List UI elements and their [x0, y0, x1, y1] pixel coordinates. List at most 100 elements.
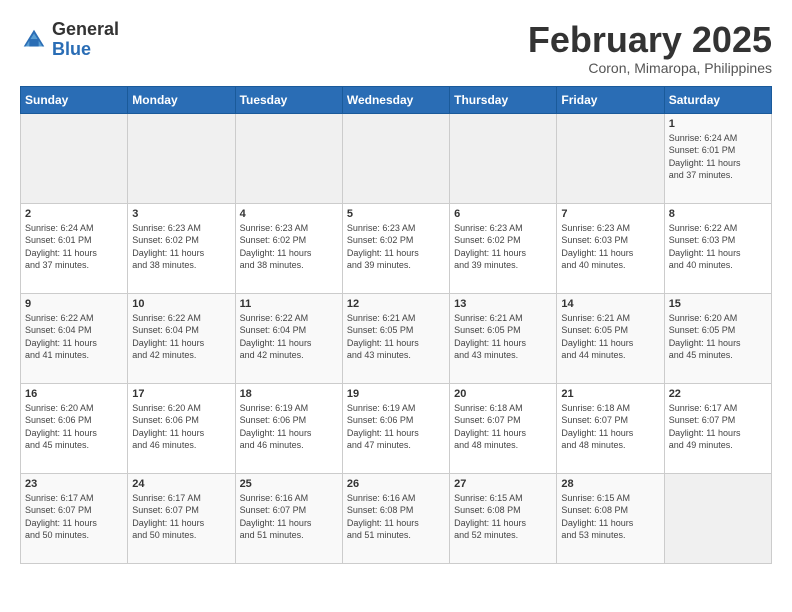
calendar-cell: 1 Sunrise: 6:24 AM Sunset: 6:01 PM Daylig…	[664, 113, 771, 203]
day-info: Sunrise: 6:20 AM Sunset: 6:05 PM Dayligh…	[669, 312, 767, 362]
calendar-cell	[128, 113, 235, 203]
day-number: 23	[25, 478, 123, 490]
calendar-cell: 18 Sunrise: 6:19 AM Sunset: 6:06 PM Dayli…	[235, 383, 342, 473]
day-info: Sunrise: 6:23 AM Sunset: 6:02 PM Dayligh…	[347, 222, 445, 272]
day-number: 4	[240, 208, 338, 220]
calendar-cell: 2 Sunrise: 6:24 AM Sunset: 6:01 PM Daylig…	[21, 203, 128, 293]
calendar-cell	[450, 113, 557, 203]
day-number: 26	[347, 478, 445, 490]
calendar-cell: 11 Sunrise: 6:22 AM Sunset: 6:04 PM Dayli…	[235, 293, 342, 383]
day-info: Sunrise: 6:19 AM Sunset: 6:06 PM Dayligh…	[347, 402, 445, 452]
calendar-cell: 16 Sunrise: 6:20 AM Sunset: 6:06 PM Dayli…	[21, 383, 128, 473]
calendar-cell: 17 Sunrise: 6:20 AM Sunset: 6:06 PM Dayli…	[128, 383, 235, 473]
calendar-cell: 12Sunrise: 6:21 AM Sunset: 6:05 PM Dayli…	[342, 293, 449, 383]
calendar-week-row: 2 Sunrise: 6:24 AM Sunset: 6:01 PM Daylig…	[21, 203, 772, 293]
calendar-cell	[21, 113, 128, 203]
day-number: 1	[669, 118, 767, 130]
logo: General Blue	[20, 20, 119, 60]
day-number: 5	[347, 208, 445, 220]
day-info: Sunrise: 6:18 AM Sunset: 6:07 PM Dayligh…	[454, 402, 552, 452]
day-info: Sunrise: 6:21 AM Sunset: 6:05 PM Dayligh…	[561, 312, 659, 362]
day-info: Sunrise: 6:17 AM Sunset: 6:07 PM Dayligh…	[25, 492, 123, 542]
day-number: 14	[561, 298, 659, 310]
day-number: 15	[669, 298, 767, 310]
calendar-cell: 21 Sunrise: 6:18 AM Sunset: 6:07 PM Dayli…	[557, 383, 664, 473]
calendar-week-row: 23 Sunrise: 6:17 AM Sunset: 6:07 PM Dayli…	[21, 473, 772, 563]
calendar-week-row: 1 Sunrise: 6:24 AM Sunset: 6:01 PM Daylig…	[21, 113, 772, 203]
calendar-cell: 23 Sunrise: 6:17 AM Sunset: 6:07 PM Dayli…	[21, 473, 128, 563]
calendar-cell: 5 Sunrise: 6:23 AM Sunset: 6:02 PM Daylig…	[342, 203, 449, 293]
calendar-cell: 10 Sunrise: 6:22 AM Sunset: 6:04 PM Dayli…	[128, 293, 235, 383]
calendar-cell	[664, 473, 771, 563]
calendar-cell: 6Sunrise: 6:23 AM Sunset: 6:02 PM Daylig…	[450, 203, 557, 293]
day-number: 17	[132, 388, 230, 400]
calendar-cell: 14 Sunrise: 6:21 AM Sunset: 6:05 PM Dayli…	[557, 293, 664, 383]
day-of-week-header: Tuesday	[235, 86, 342, 113]
day-number: 7	[561, 208, 659, 220]
day-info: Sunrise: 6:22 AM Sunset: 6:04 PM Dayligh…	[240, 312, 338, 362]
day-number: 24	[132, 478, 230, 490]
calendar-cell: 20 Sunrise: 6:18 AM Sunset: 6:07 PM Dayli…	[450, 383, 557, 473]
day-number: 2	[25, 208, 123, 220]
month-year: February 2025	[528, 20, 772, 60]
day-number: 19	[347, 388, 445, 400]
days-header-row: SundayMondayTuesdayWednesdayThursdayFrid…	[21, 86, 772, 113]
day-number: 27	[454, 478, 552, 490]
day-info: Sunrise: 6:20 AM Sunset: 6:06 PM Dayligh…	[132, 402, 230, 452]
page-header: General Blue February 2025 Coron, Mimaro…	[20, 20, 772, 76]
day-info: Sunrise: 6:15 AM Sunset: 6:08 PM Dayligh…	[454, 492, 552, 542]
calendar-table: SundayMondayTuesdayWednesdayThursdayFrid…	[20, 86, 772, 564]
day-number: 16	[25, 388, 123, 400]
calendar-cell: 28Sunrise: 6:15 AM Sunset: 6:08 PM Dayli…	[557, 473, 664, 563]
calendar-cell: 4 Sunrise: 6:23 AM Sunset: 6:02 PM Daylig…	[235, 203, 342, 293]
calendar-cell: 25 Sunrise: 6:16 AM Sunset: 6:07 PM Dayli…	[235, 473, 342, 563]
logo-general-text: General	[52, 20, 119, 40]
calendar-cell: 7Sunrise: 6:23 AM Sunset: 6:03 PM Daylig…	[557, 203, 664, 293]
calendar-cell: 26 Sunrise: 6:16 AM Sunset: 6:08 PM Dayli…	[342, 473, 449, 563]
day-info: Sunrise: 6:18 AM Sunset: 6:07 PM Dayligh…	[561, 402, 659, 452]
calendar-cell	[235, 113, 342, 203]
day-info: Sunrise: 6:17 AM Sunset: 6:07 PM Dayligh…	[669, 402, 767, 452]
day-of-week-header: Monday	[128, 86, 235, 113]
day-of-week-header: Thursday	[450, 86, 557, 113]
logo-text: General Blue	[52, 20, 119, 60]
day-of-week-header: Sunday	[21, 86, 128, 113]
day-number: 21	[561, 388, 659, 400]
calendar-cell: 13 Sunrise: 6:21 AM Sunset: 6:05 PM Dayli…	[450, 293, 557, 383]
title-block: February 2025 Coron, Mimaropa, Philippin…	[528, 20, 772, 76]
day-info: Sunrise: 6:16 AM Sunset: 6:07 PM Dayligh…	[240, 492, 338, 542]
calendar-cell: 3 Sunrise: 6:23 AM Sunset: 6:02 PM Daylig…	[128, 203, 235, 293]
day-number: 20	[454, 388, 552, 400]
day-number: 25	[240, 478, 338, 490]
calendar-cell: 22 Sunrise: 6:17 AM Sunset: 6:07 PM Dayli…	[664, 383, 771, 473]
calendar-cell: 24Sunrise: 6:17 AM Sunset: 6:07 PM Dayli…	[128, 473, 235, 563]
day-info: Sunrise: 6:20 AM Sunset: 6:06 PM Dayligh…	[25, 402, 123, 452]
day-info: Sunrise: 6:23 AM Sunset: 6:02 PM Dayligh…	[132, 222, 230, 272]
day-number: 10	[132, 298, 230, 310]
calendar-cell: 27 Sunrise: 6:15 AM Sunset: 6:08 PM Dayli…	[450, 473, 557, 563]
day-number: 18	[240, 388, 338, 400]
day-info: Sunrise: 6:24 AM Sunset: 6:01 PM Dayligh…	[25, 222, 123, 272]
calendar-week-row: 9 Sunrise: 6:22 AM Sunset: 6:04 PM Daylig…	[21, 293, 772, 383]
day-of-week-header: Friday	[557, 86, 664, 113]
day-info: Sunrise: 6:24 AM Sunset: 6:01 PM Dayligh…	[669, 132, 767, 182]
day-info: Sunrise: 6:16 AM Sunset: 6:08 PM Dayligh…	[347, 492, 445, 542]
day-number: 3	[132, 208, 230, 220]
day-info: Sunrise: 6:23 AM Sunset: 6:02 PM Dayligh…	[454, 222, 552, 272]
logo-blue-text: Blue	[52, 40, 119, 60]
day-info: Sunrise: 6:22 AM Sunset: 6:04 PM Dayligh…	[25, 312, 123, 362]
day-info: Sunrise: 6:15 AM Sunset: 6:08 PM Dayligh…	[561, 492, 659, 542]
day-number: 13	[454, 298, 552, 310]
day-info: Sunrise: 6:22 AM Sunset: 6:04 PM Dayligh…	[132, 312, 230, 362]
day-info: Sunrise: 6:21 AM Sunset: 6:05 PM Dayligh…	[454, 312, 552, 362]
day-number: 22	[669, 388, 767, 400]
calendar-cell	[342, 113, 449, 203]
day-number: 9	[25, 298, 123, 310]
calendar-cell	[557, 113, 664, 203]
day-info: Sunrise: 6:23 AM Sunset: 6:02 PM Dayligh…	[240, 222, 338, 272]
day-number: 11	[240, 298, 338, 310]
day-info: Sunrise: 6:19 AM Sunset: 6:06 PM Dayligh…	[240, 402, 338, 452]
day-info: Sunrise: 6:21 AM Sunset: 6:05 PM Dayligh…	[347, 312, 445, 362]
calendar-cell: 19 Sunrise: 6:19 AM Sunset: 6:06 PM Dayli…	[342, 383, 449, 473]
logo-icon	[20, 26, 48, 54]
